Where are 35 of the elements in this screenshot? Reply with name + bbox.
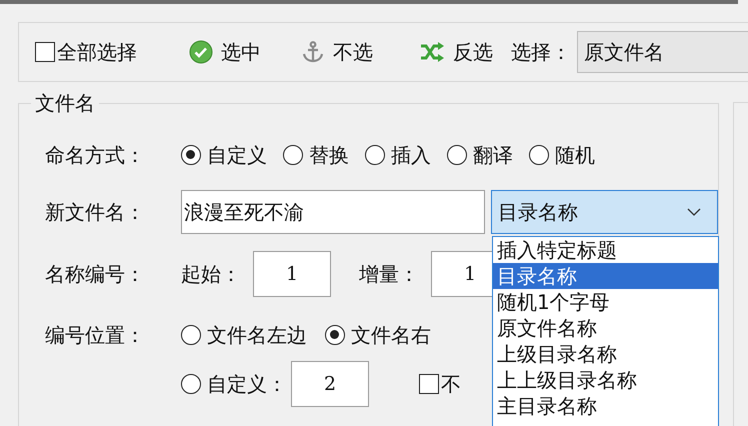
group-title: 文件名	[34, 90, 96, 117]
dropdown-item[interactable]: 主目录名称	[493, 393, 718, 419]
field-label: 命名方式：	[45, 142, 146, 168]
field-label: 编号位置：	[45, 322, 146, 348]
invert-button[interactable]: 反选	[411, 34, 501, 70]
radio-option[interactable]: 替换	[283, 142, 349, 168]
radio-option[interactable]: 翻译	[447, 142, 513, 168]
radio-option[interactable]: 随机	[529, 142, 595, 168]
name-input-field[interactable]: 浪漫至死不渝	[181, 190, 485, 234]
radio-option[interactable]: 自定义	[181, 142, 267, 168]
combo-box[interactable]: 目录名称	[491, 190, 718, 234]
radio-option[interactable]: 文件名左边	[181, 322, 307, 348]
radio-option[interactable]: 文件名右	[325, 322, 431, 348]
deselect-button[interactable]: 不选	[293, 34, 381, 70]
field-label: 名称编号：	[45, 260, 146, 288]
select-all-checkbox[interactable]: 全部选择	[35, 38, 137, 66]
check-icon	[189, 40, 213, 64]
start-label: 起始：	[181, 260, 242, 288]
anchor-icon	[301, 40, 325, 64]
dropdown-item[interactable]: 原文件名称	[493, 315, 718, 341]
dropdown-item[interactable]: 上级目录名称	[493, 341, 718, 367]
checkbox[interactable]: 不	[419, 370, 461, 398]
shuffle-icon	[419, 41, 445, 63]
step-label: 增量：	[359, 260, 420, 288]
field-label: 新文件名：	[45, 198, 146, 226]
radio-option[interactable]: 自定义：	[181, 370, 287, 398]
select-button[interactable]: 选中	[181, 34, 269, 70]
select-dropdown[interactable]: 原文件名	[577, 31, 748, 73]
custom-input-field[interactable]: 2	[291, 361, 369, 407]
dropdown-item[interactable]: 目录名称	[493, 263, 718, 289]
chevron-down-icon	[687, 208, 701, 216]
select-label: 选择：	[511, 38, 571, 66]
dropdown-item[interactable]: 上上级目录名称	[493, 367, 718, 393]
start-input-field[interactable]: 1	[253, 251, 331, 297]
radio-option[interactable]: 插入	[365, 142, 431, 168]
